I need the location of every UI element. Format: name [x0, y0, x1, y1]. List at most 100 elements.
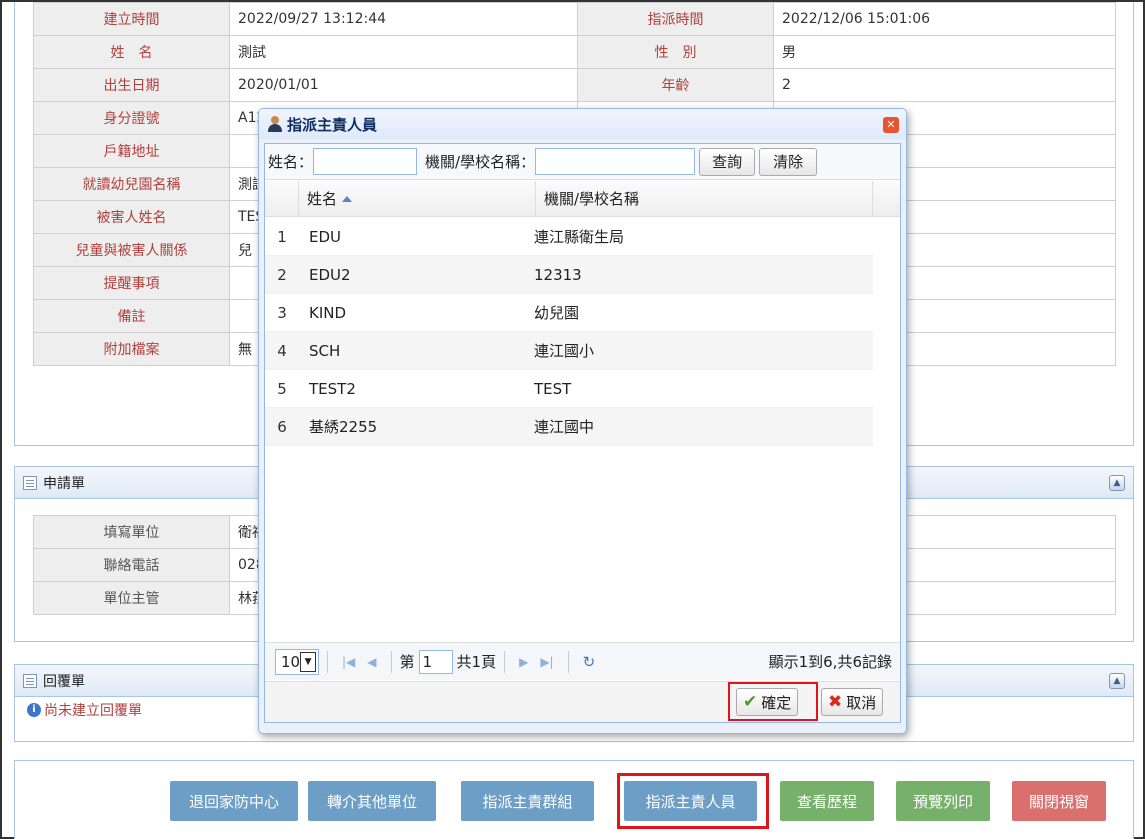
org-search-label: 機關/學校名稱： [425, 153, 536, 171]
collapse-reply-button[interactable]: ▲ [1109, 673, 1125, 689]
last-page-icon[interactable]: ▶| [540, 655, 553, 669]
field-label: 性 別 [577, 35, 774, 69]
highlight-box [617, 773, 769, 829]
name-column-header[interactable]: 姓名 [299, 181, 536, 216]
dialog-titlebar[interactable]: 指派主責人員 [259, 109, 906, 139]
row-number: 3 [277, 303, 287, 322]
table-row[interactable]: 5 TEST2 TEST [265, 370, 873, 408]
row-org: 連江國中 [534, 418, 595, 436]
table-row[interactable]: 3 KIND 幼兒園 [265, 294, 873, 332]
grid-rows: 1 EDU 連江縣衛生局 2 EDU2 12313 3 KIND 幼兒園 4 S… [265, 218, 873, 446]
chevron-down-icon: ▼ [300, 651, 316, 672]
field-label: 附加檔案 [33, 332, 230, 366]
page-number-input[interactable]: 1 [418, 649, 453, 674]
record-summary: 顯示1到6,共6記錄 [768, 653, 892, 671]
field-label: 戶籍地址 [33, 134, 230, 168]
org-column-header[interactable]: 機關/學校名稱 [536, 181, 873, 216]
org-search-input[interactable] [535, 148, 696, 175]
row-number: 4 [277, 341, 287, 360]
name-search-input[interactable] [313, 148, 418, 175]
pager-separator [567, 650, 569, 673]
field-label: 備註 [33, 299, 230, 333]
page-prefix-label: 第 [399, 653, 415, 671]
row-org: 連江縣衛生局 [534, 228, 625, 246]
close-icon[interactable]: ✕ [883, 117, 899, 133]
row-org: 幼兒園 [534, 304, 580, 322]
field-label: 聯絡電話 [33, 548, 230, 582]
field-label: 單位主管 [33, 581, 230, 615]
close-window-button[interactable]: 關閉視窗 [1012, 781, 1106, 821]
row-number: 5 [277, 379, 287, 398]
refresh-icon[interactable]: ↻ [583, 653, 596, 671]
page-total-label: 共1頁 [456, 653, 497, 671]
row-number: 1 [277, 227, 287, 246]
field-label: 出生日期 [33, 68, 230, 102]
next-page-icon[interactable]: ▶ [519, 655, 528, 669]
field-label: 身分證號 [33, 101, 230, 135]
row-name: EDU2 [309, 265, 351, 284]
collapse-application-button[interactable]: ▲ [1109, 475, 1125, 491]
application-title: 申請單 [43, 475, 85, 492]
table-row[interactable]: 6 基綉2255 連江國中 [265, 408, 873, 446]
info-row: 建立時間 2022/09/27 13:12:44 指派時間 2022/12/06… [33, 2, 1116, 36]
transfer-unit-button[interactable]: 轉介其他單位 [308, 781, 436, 821]
no-reply-notice: i 尚未建立回覆單 [27, 700, 142, 720]
dialog-footer: ✔ 確定 ✖ 取消 [265, 681, 900, 722]
table-row[interactable]: 4 SCH 連江國小 [265, 332, 873, 370]
row-org: 12313 [534, 265, 582, 284]
close-icon: ✖ [828, 692, 843, 712]
field-value: 2022/09/27 13:12:44 [229, 2, 578, 36]
name-search-label: 姓名： [268, 153, 314, 171]
form-icon [23, 673, 37, 688]
field-label: 就讀幼兒園名稱 [33, 167, 230, 201]
assign-group-button[interactable]: 指派主責群組 [461, 781, 594, 821]
dialog-title: 指派主責人員 [287, 115, 378, 134]
pager-separator [327, 650, 328, 673]
info-icon: i [27, 703, 41, 717]
field-label: 填寫單位 [33, 515, 230, 549]
table-row[interactable]: 1 EDU 連江縣衛生局 [265, 218, 873, 256]
row-number-header [265, 181, 299, 216]
grid-header: 姓名 機關/學校名稱 [265, 181, 900, 217]
row-name: 基綉2255 [309, 418, 378, 436]
info-row: 出生日期 2020/01/01 年齡 2 [33, 68, 1116, 102]
pager-separator [390, 650, 392, 673]
pagination-bar: 10 ▼ |◀ ◀ 第 1 共1頁 ▶ ▶| ↻ 顯示1到6,共6記錄 [265, 642, 900, 680]
field-label: 年齡 [577, 68, 774, 102]
row-org: TEST [534, 379, 572, 398]
pager-separator [504, 650, 506, 673]
field-label: 提醒事項 [33, 266, 230, 300]
field-label: 兒童與被害人關係 [33, 233, 230, 267]
search-toolbar: 姓名： 機關/學校名稱： 查詢 清除 [265, 144, 900, 180]
row-name: EDU [309, 227, 342, 246]
field-value: 測試 [229, 35, 578, 69]
field-value: 2022/12/06 15:01:06 [773, 2, 1116, 36]
row-name: SCH [309, 341, 341, 360]
form-icon [23, 475, 37, 490]
user-icon [267, 116, 283, 132]
row-number: 2 [277, 265, 287, 284]
field-value: 男 [773, 35, 1116, 69]
return-center-button[interactable]: 退回家防中心 [170, 781, 298, 821]
field-value: 2 [773, 68, 1116, 102]
prev-page-icon[interactable]: ◀ [367, 655, 376, 669]
table-row[interactable]: 2 EDU2 12313 [265, 256, 873, 294]
page-size-select[interactable]: 10 ▼ [275, 648, 319, 675]
query-button[interactable]: 查詢 [699, 147, 756, 176]
info-row: 姓 名 測試 性 別 男 [33, 35, 1116, 69]
row-org: 連江國小 [534, 342, 595, 360]
action-bar: 退回家防中心 轉介其他單位 指派主責群組 指派主責人員 查看歷程 預覽列印 關閉… [14, 760, 1134, 839]
print-preview-button[interactable]: 預覽列印 [896, 781, 990, 821]
dialog-body: 姓名： 機關/學校名稱： 查詢 清除 姓名 機關/學校名稱 1 EDU 連江縣衛… [264, 143, 901, 723]
first-page-icon[interactable]: |◀ [342, 655, 355, 669]
view-history-button[interactable]: 查看歷程 [780, 781, 874, 821]
field-label: 被害人姓名 [33, 200, 230, 234]
clear-button[interactable]: 清除 [759, 147, 818, 176]
field-label: 指派時間 [577, 2, 774, 36]
cancel-button[interactable]: ✖ 取消 [821, 688, 884, 716]
reply-title: 回覆單 [43, 673, 85, 690]
field-label: 姓 名 [33, 35, 230, 69]
no-reply-text: 尚未建立回覆單 [44, 703, 142, 719]
sort-ascending-icon [342, 195, 353, 202]
row-name: TEST2 [309, 379, 356, 398]
